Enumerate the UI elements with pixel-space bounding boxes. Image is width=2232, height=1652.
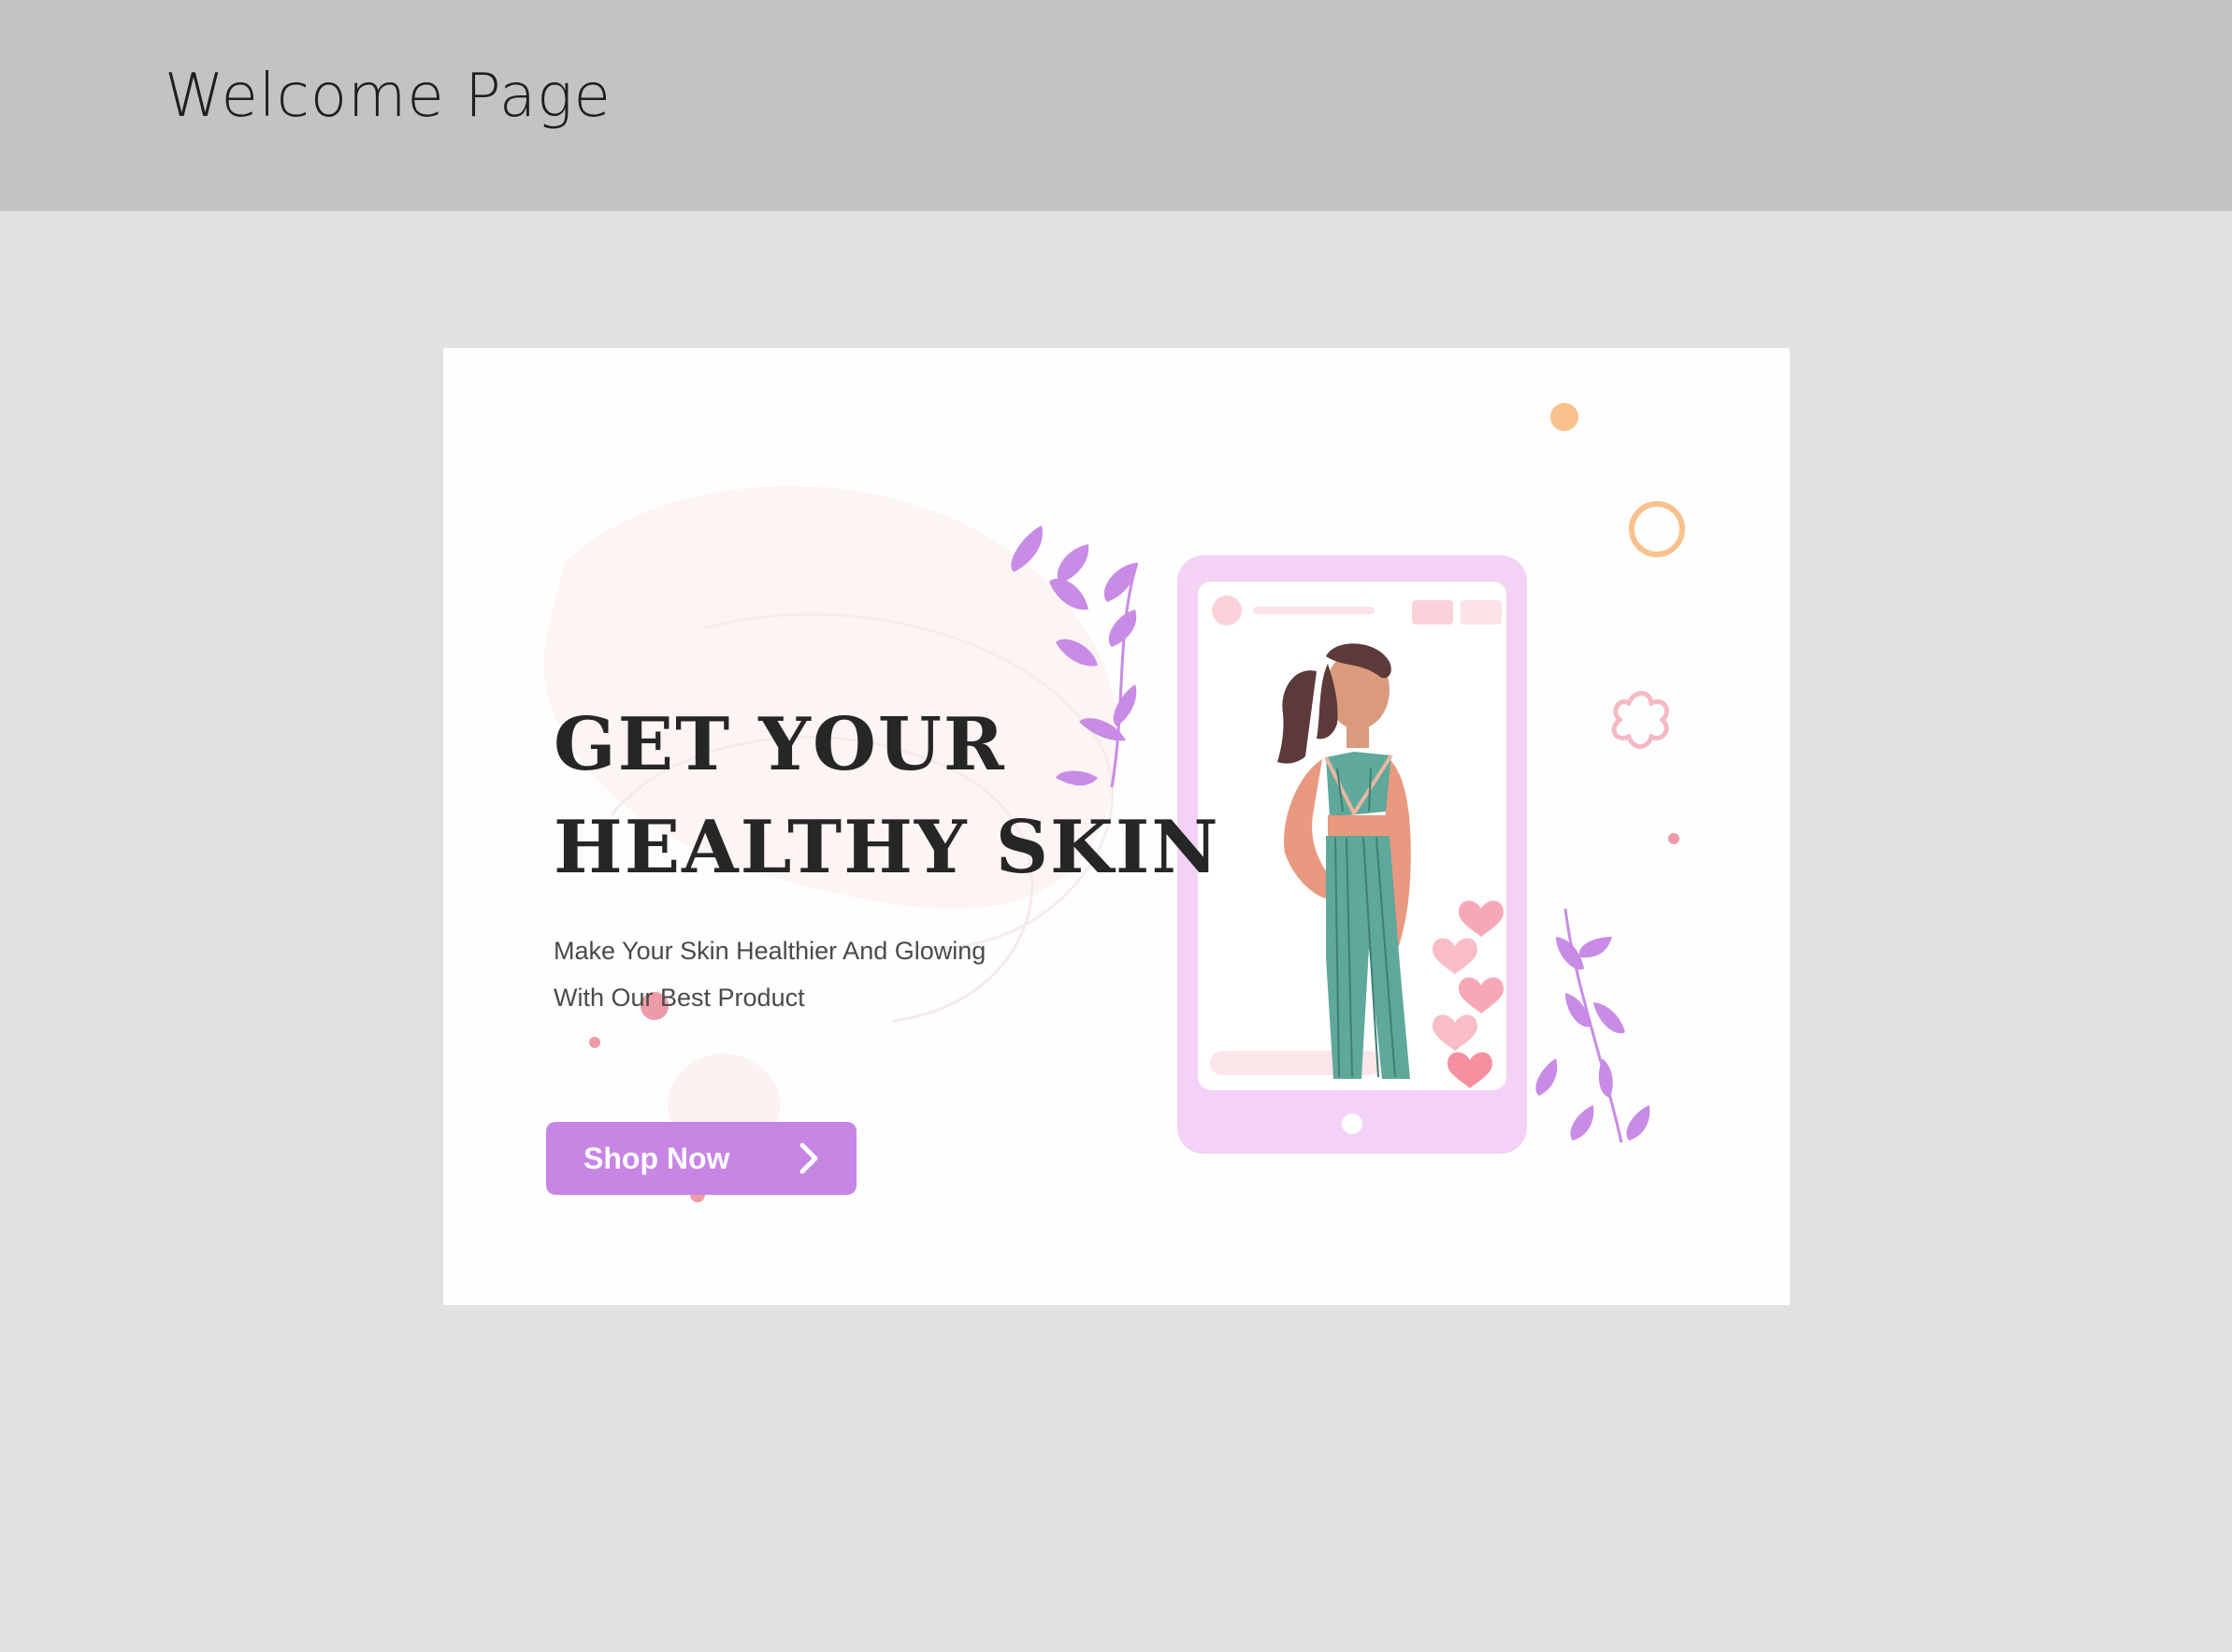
headline-line-2: HEALTHY SKIN <box>554 805 1220 890</box>
leaf-icon <box>1535 908 1650 1143</box>
hero-headline: GET YOUR HEALTHY SKIN <box>554 694 1220 899</box>
headline-line-1: GET YOUR <box>554 702 1006 787</box>
hero-card: GET YOUR HEALTHY SKIN Make Your Skin Hea… <box>443 348 1790 1305</box>
page-title: Welcome Page <box>165 62 612 131</box>
subtext-line-1: Make Your Skin Healthier And Glowing <box>554 937 986 965</box>
top-bar: Welcome Page <box>0 0 2232 211</box>
shop-now-button[interactable]: Shop Now <box>546 1122 857 1195</box>
subtext-line-2: With Our Best Product <box>554 984 805 1012</box>
chevron-right-icon <box>799 1142 818 1174</box>
hero-subtext: Make Your Skin Healthier And Glowing Wit… <box>554 927 1077 1021</box>
shop-now-label: Shop Now <box>583 1141 730 1175</box>
